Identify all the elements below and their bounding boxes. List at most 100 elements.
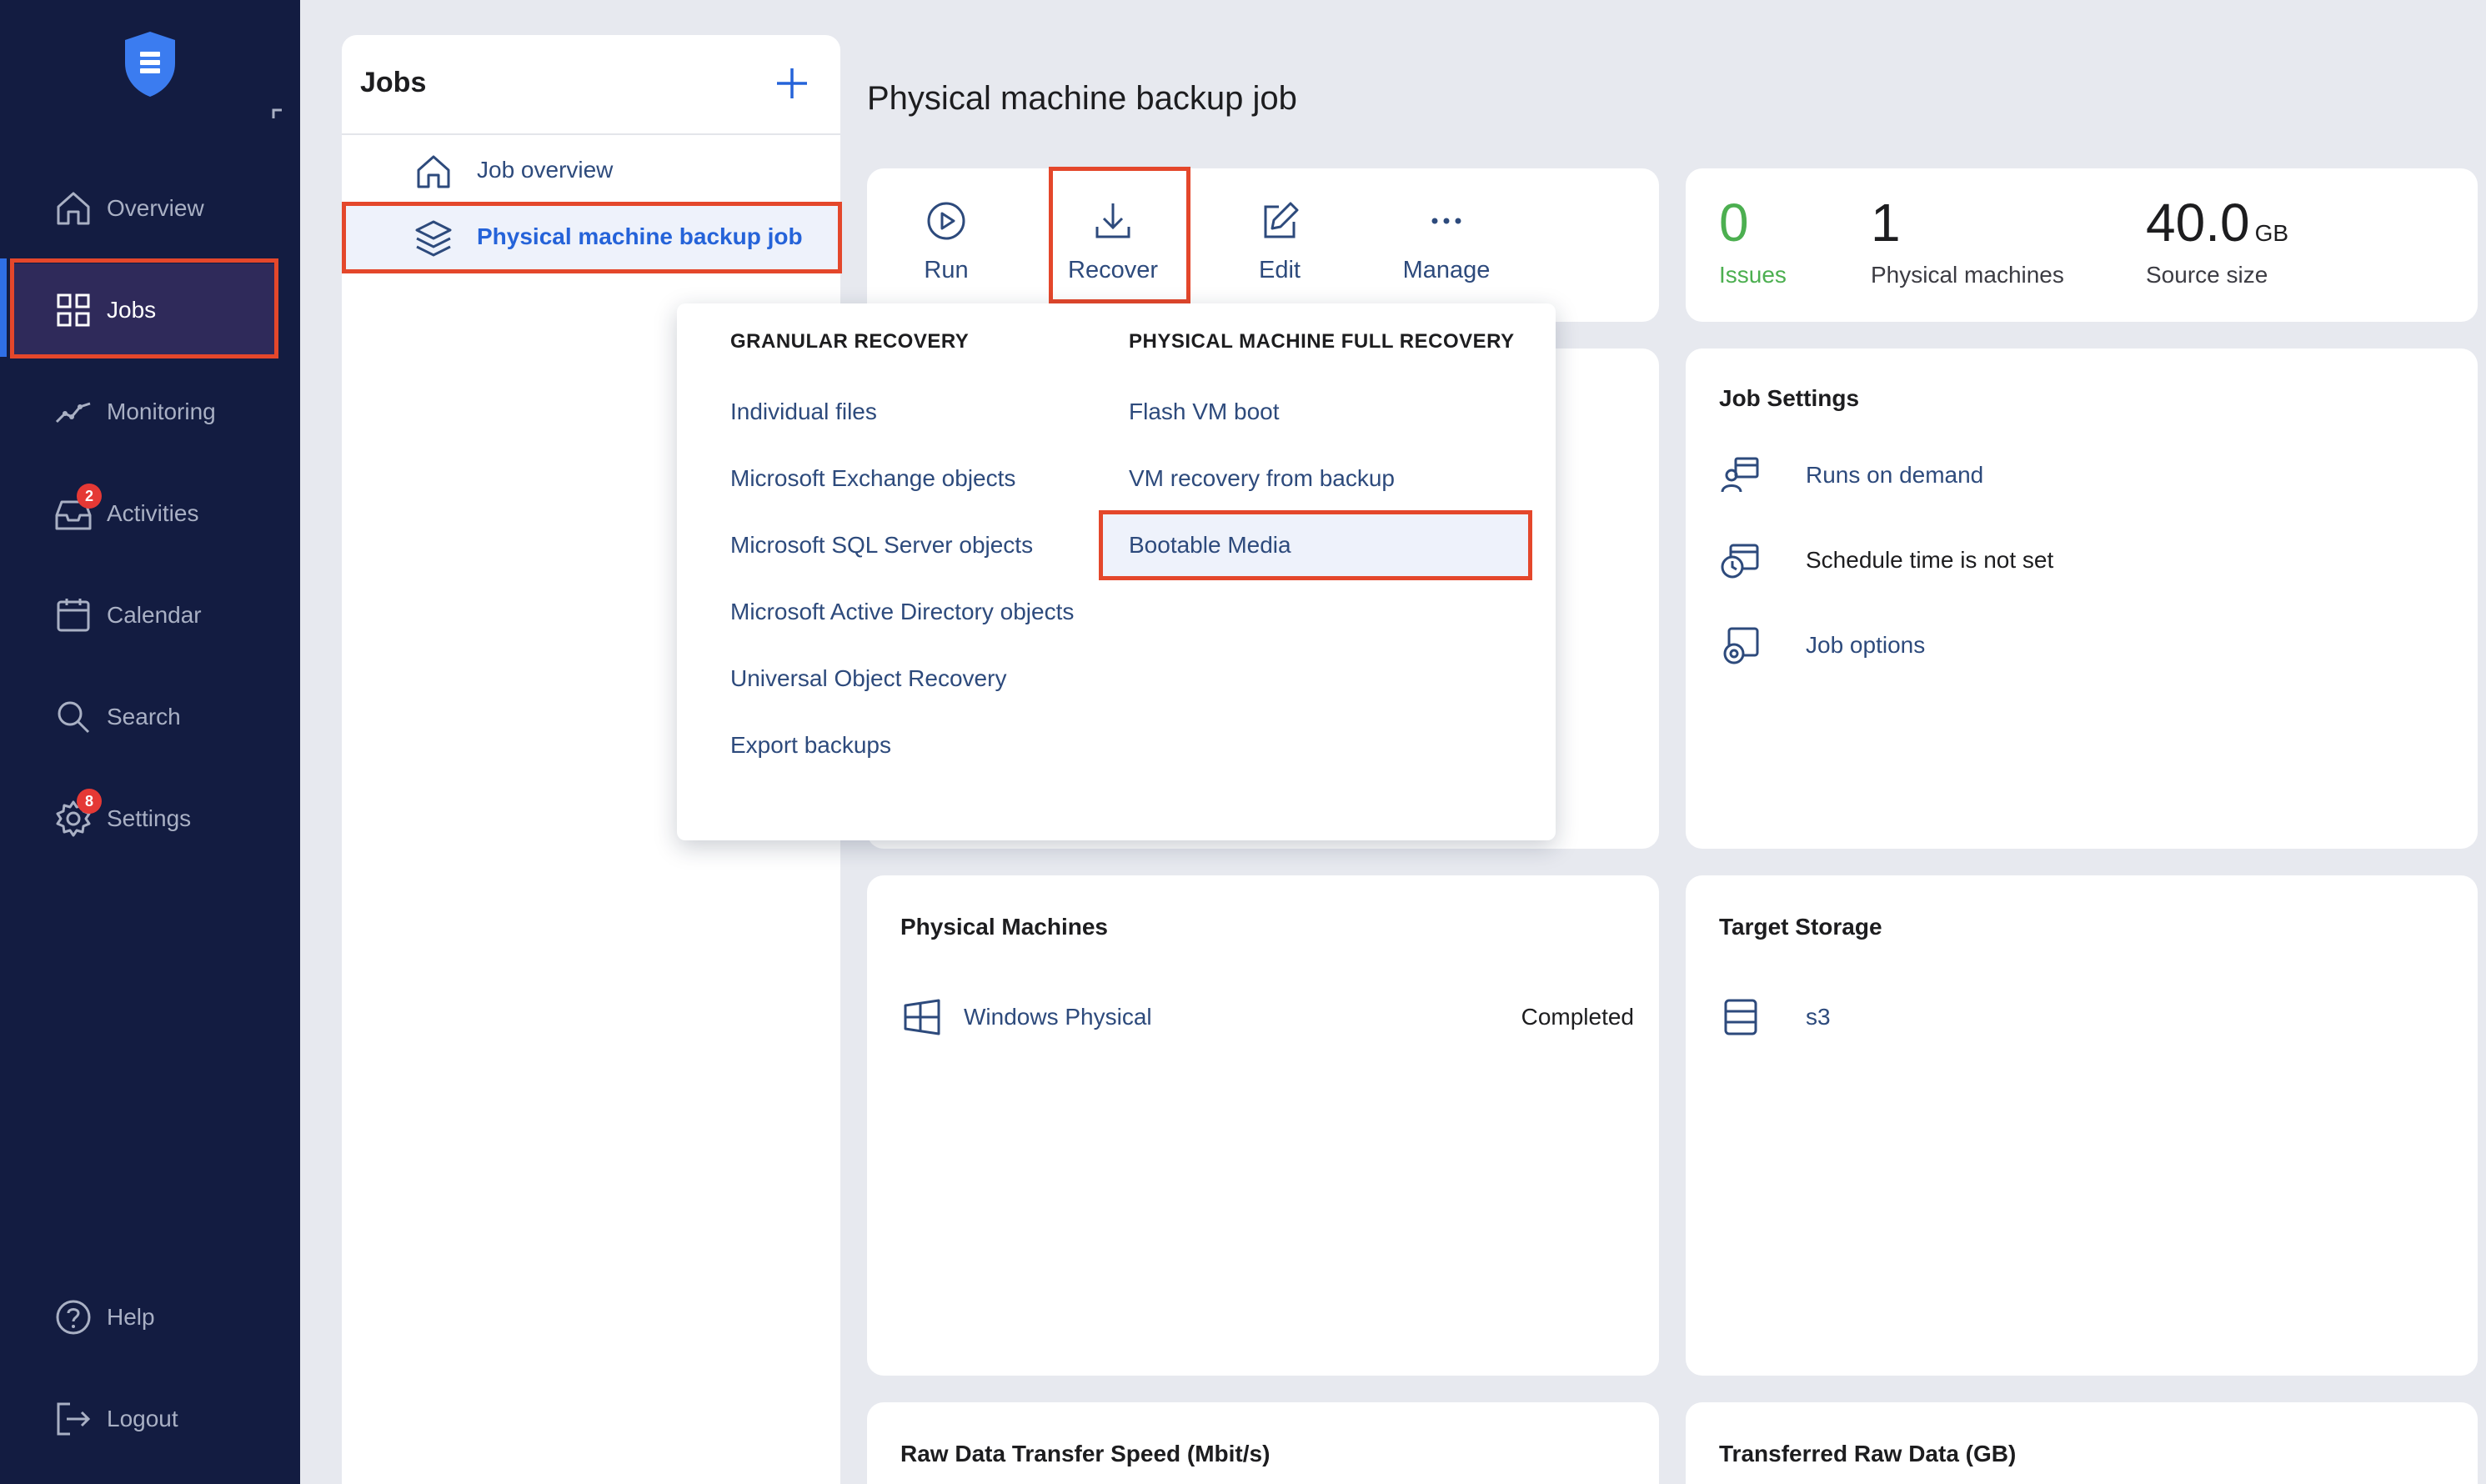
machine-name-link[interactable]: Windows Physical <box>964 1004 1152 1030</box>
sidebar-item-overview[interactable]: Overview <box>0 162 275 255</box>
sidebar-item-label: Help <box>107 1304 155 1330</box>
sidebar-item-label: Jobs <box>107 297 157 323</box>
toolbar-card: Run Recover Edit Manage <box>867 168 1659 322</box>
home-icon <box>413 152 454 192</box>
sidebar-item-jobs[interactable]: Jobs <box>10 263 275 357</box>
machine-status: Completed <box>1521 1004 1634 1030</box>
menu-item-exchange-objects[interactable]: Microsoft Exchange objects <box>730 465 1015 492</box>
grid-icon <box>53 290 93 330</box>
sidebar-item-calendar[interactable]: Calendar <box>0 569 275 662</box>
job-row-label: Job overview <box>477 157 614 183</box>
more-dots-icon <box>1426 200 1467 242</box>
source-size-label: Source size <box>2146 262 2268 288</box>
calendar-clock-icon <box>1719 539 1762 582</box>
menu-item-individual-files[interactable]: Individual files <box>730 399 877 425</box>
source-size-number: 40.0 <box>2146 193 2250 253</box>
activities-badge: 2 <box>77 484 102 509</box>
target-storage-card: Target Storage s3 <box>1686 875 2478 1376</box>
logout-icon <box>53 1399 93 1439</box>
help-icon <box>53 1297 93 1337</box>
menu-item-bootable-media[interactable]: Bootable Media <box>1129 532 1291 559</box>
machines-label: Physical machines <box>1871 262 2064 288</box>
run-label: Run <box>924 257 969 283</box>
source-size-value: 40.0 GB <box>2146 192 2288 253</box>
runs-on-demand-row[interactable]: Runs on demand <box>1719 450 2436 500</box>
stack-icon <box>413 218 454 258</box>
physical-machines-card: Physical Machines Windows Physical Compl… <box>867 875 1659 1376</box>
search-icon <box>53 697 93 737</box>
source-size-unit: GB <box>2254 220 2289 246</box>
shield-logo-icon[interactable] <box>122 30 178 98</box>
machine-row[interactable]: Windows Physical Completed <box>900 992 1634 1042</box>
storage-row[interactable]: s3 <box>1719 992 2436 1042</box>
edit-icon <box>1259 200 1301 242</box>
schedule-row: Schedule time is not set <box>1719 535 2436 585</box>
sidebar-item-label: Search <box>107 704 181 729</box>
sidebar-item-search[interactable]: Search <box>0 670 275 764</box>
recover-dropdown-menu: GRANULAR RECOVERY Individual files Micro… <box>677 303 1556 840</box>
chart-line-icon <box>53 392 93 432</box>
runs-on-demand-link[interactable]: Runs on demand <box>1806 462 1983 489</box>
job-options-link[interactable]: Job options <box>1806 632 1925 659</box>
menu-item-export-backups[interactable]: Export backups <box>730 732 891 759</box>
job-row-physical-machine-backup[interactable]: Physical machine backup job <box>342 203 840 270</box>
run-button[interactable]: Run <box>867 168 1025 322</box>
full-recovery-heading: PHYSICAL MACHINE FULL RECOVERY <box>1129 330 1515 353</box>
raw-speed-card: Raw Data Transfer Speed (Mbit/s) <box>867 1402 1659 1484</box>
job-settings-title: Job Settings <box>1719 385 1860 411</box>
menu-item-vm-recovery-from-backup[interactable]: VM recovery from backup <box>1129 465 1395 492</box>
windows-icon <box>900 995 944 1039</box>
gear-window-icon <box>1719 624 1762 667</box>
sidebar-item-settings[interactable]: 8 Settings <box>0 772 275 865</box>
sidebar-item-help[interactable]: Help <box>0 1271 275 1364</box>
menu-item-universal-object-recovery[interactable]: Universal Object Recovery <box>730 665 1006 692</box>
sidebar-item-label: Settings <box>107 805 192 831</box>
physical-machines-title: Physical Machines <box>900 914 1109 940</box>
calendar-icon <box>53 595 93 635</box>
play-circle-icon <box>925 200 967 242</box>
recover-button[interactable]: Recover <box>1034 168 1192 322</box>
sidebar-item-monitoring[interactable]: Monitoring <box>0 365 275 459</box>
jobs-panel-title: Jobs <box>360 67 427 98</box>
menu-item-active-directory-objects[interactable]: Microsoft Active Directory objects <box>730 599 1074 625</box>
job-options-row[interactable]: Job options <box>1719 620 2436 670</box>
jobs-panel-header: Jobs <box>342 35 840 135</box>
sidebar: Overview Jobs Monitoring 2 Activities Ca… <box>0 0 300 1484</box>
page-title: Physical machine backup job <box>867 80 1297 117</box>
home-icon <box>53 188 93 228</box>
sidebar-item-label: Overview <box>107 195 204 221</box>
menu-item-sql-server-objects[interactable]: Microsoft SQL Server objects <box>730 532 1033 559</box>
issues-count: 0 <box>1719 193 1749 253</box>
recover-label: Recover <box>1068 257 1158 283</box>
raw-speed-title: Raw Data Transfer Speed (Mbit/s) <box>900 1441 1271 1466</box>
job-row-overview[interactable]: Job overview <box>342 137 840 203</box>
storage-name-link[interactable]: s3 <box>1806 1004 1831 1030</box>
download-icon <box>1092 200 1134 242</box>
sidebar-item-activities[interactable]: 2 Activities <box>0 467 275 560</box>
manage-button[interactable]: Manage <box>1367 168 1526 322</box>
active-indicator <box>0 258 7 357</box>
bootable-media-row[interactable]: Bootable Media <box>1102 514 1529 579</box>
edit-button[interactable]: Edit <box>1200 168 1359 322</box>
sidebar-item-label: Calendar <box>107 602 202 628</box>
collapse-corner-icon[interactable] <box>272 108 283 120</box>
target-storage-title: Target Storage <box>1719 914 1882 940</box>
plus-icon[interactable] <box>774 65 810 102</box>
issues-label[interactable]: Issues <box>1719 262 1787 288</box>
menu-item-flash-vm-boot[interactable]: Flash VM boot <box>1129 399 1280 425</box>
stats-card: 0 Issues 1 Physical machines 40.0 GB Sour… <box>1686 168 2478 322</box>
sidebar-item-label: Monitoring <box>107 399 216 424</box>
job-settings-card: Job Settings Runs on demand Schedule tim… <box>1686 348 2478 849</box>
raw-data-card: Transferred Raw Data (GB) <box>1686 1402 2478 1484</box>
storage-icon <box>1719 995 1762 1039</box>
edit-label: Edit <box>1259 257 1301 283</box>
sidebar-item-label: Logout <box>107 1406 178 1431</box>
settings-badge: 8 <box>77 789 102 814</box>
granular-recovery-heading: GRANULAR RECOVERY <box>730 330 970 353</box>
sidebar-item-logout[interactable]: Logout <box>0 1372 275 1466</box>
person-schedule-icon <box>1719 454 1762 497</box>
raw-data-title: Transferred Raw Data (GB) <box>1719 1441 2017 1466</box>
sidebar-item-label: Activities <box>107 500 199 526</box>
schedule-text: Schedule time is not set <box>1806 547 2054 573</box>
machines-count: 1 <box>1871 193 1901 253</box>
